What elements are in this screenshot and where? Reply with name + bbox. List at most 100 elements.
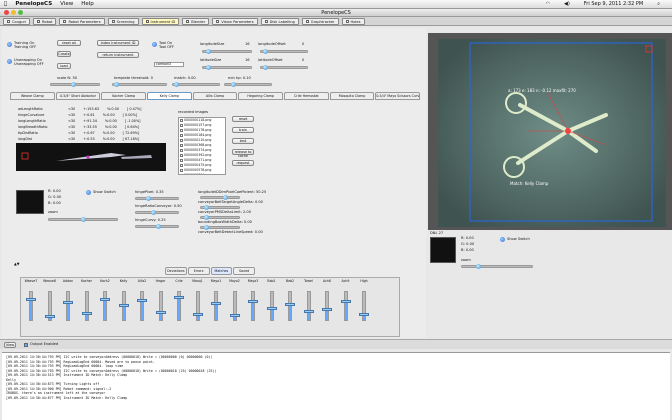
instrument-tab-2[interactable]: Kocher Clamp xyxy=(101,92,147,100)
instrument-tab-7[interactable]: Mosquito Clamp xyxy=(329,92,375,100)
tab-0[interactable]: Couguri xyxy=(3,18,31,25)
show-switch-radio[interactable] xyxy=(86,190,91,195)
tool-radio[interactable] xyxy=(152,42,157,47)
param-slider-0[interactable] xyxy=(135,196,179,201)
channel-fader[interactable] xyxy=(303,310,314,314)
channel-fader[interactable] xyxy=(118,303,129,307)
recorded-button-2[interactable]: test xyxy=(232,138,254,144)
tab-checkbox[interactable] xyxy=(37,20,41,23)
tab-6[interactable]: Vision Parameters xyxy=(212,18,258,25)
instrument-tab-1[interactable]: 0.5/4" Short Abdoctor xyxy=(55,92,101,100)
mode-tab-3[interactable]: Saved xyxy=(233,267,255,275)
channel-fader[interactable] xyxy=(81,311,92,315)
slider-knob[interactable] xyxy=(231,82,236,87)
slider-knob[interactable] xyxy=(156,224,161,229)
file-checkbox[interactable] xyxy=(180,159,183,162)
close-icon[interactable] xyxy=(4,10,9,15)
menu-view[interactable]: View xyxy=(60,1,73,7)
unwrapping-radio[interactable] xyxy=(7,59,12,64)
tab-2[interactable]: Robot Parameters xyxy=(59,18,105,25)
file-checkbox[interactable] xyxy=(180,169,183,172)
channel-fader[interactable] xyxy=(285,302,295,306)
collapse-icon[interactable]: ▲▼ xyxy=(14,262,20,266)
channel-fader[interactable] xyxy=(100,297,110,301)
zoom-slider[interactable] xyxy=(48,217,118,222)
volume-icon[interactable]: ◀) xyxy=(564,1,570,7)
channel-fader[interactable] xyxy=(266,307,277,311)
channel-fader[interactable] xyxy=(211,302,221,305)
tab-1[interactable]: Robot xyxy=(33,18,57,25)
channel-fader[interactable] xyxy=(192,312,203,316)
zoom-icon[interactable] xyxy=(18,10,23,15)
slider-knob[interactable] xyxy=(476,264,481,269)
tab-checkbox[interactable] xyxy=(305,20,309,23)
template-slider[interactable] xyxy=(112,82,167,87)
mode-tab-2[interactable]: Matches xyxy=(210,267,233,275)
min-hp-slider[interactable] xyxy=(224,82,272,87)
channel-fader[interactable] xyxy=(44,314,55,318)
slider-knob[interactable] xyxy=(263,65,268,70)
right-show-switch-radio[interactable] xyxy=(500,237,505,242)
channel-fader[interactable] xyxy=(248,299,258,303)
tab-checkbox[interactable] xyxy=(111,20,115,23)
file-checkbox[interactable] xyxy=(180,149,183,152)
channel-fader[interactable] xyxy=(137,299,147,302)
menu-help[interactable]: Help xyxy=(81,1,94,7)
wifi-icon[interactable]: ◠ xyxy=(546,1,550,7)
tab-3[interactable]: Screening xyxy=(107,18,139,25)
list-item[interactable]: 0000000704.png xyxy=(179,173,225,174)
tab-7[interactable]: Disk Labelling xyxy=(260,18,299,25)
tab-checkbox[interactable] xyxy=(145,20,149,23)
slider-knob[interactable] xyxy=(81,217,86,222)
reset-all-button[interactable]: reset all xyxy=(57,40,81,46)
recorded-button-3[interactable]: release to cache xyxy=(232,149,254,158)
belt-slider-1[interactable] xyxy=(200,205,240,210)
slider-knob[interactable] xyxy=(151,210,156,215)
param-slider-1[interactable] xyxy=(135,210,179,215)
minimize-icon[interactable] xyxy=(11,10,16,15)
right-zoom-slider[interactable] xyxy=(461,264,533,269)
recorded-button-1[interactable]: train xyxy=(232,127,254,133)
console-log[interactable]: [09-09-2011 14:30:44:793 PM] I2C write t… xyxy=(2,352,670,420)
instrument-tab-4[interactable]: Allis Clamp xyxy=(192,92,238,100)
channel-fader[interactable] xyxy=(229,314,240,317)
instrument-tab-6[interactable]: Crile Hemostat xyxy=(284,92,329,100)
file-checkbox[interactable] xyxy=(180,134,183,137)
channel-fader[interactable] xyxy=(340,300,351,304)
output-enabled-checkbox[interactable] xyxy=(24,343,28,347)
training-radio[interactable] xyxy=(7,42,12,47)
index-instrument-button[interactable]: Index Instrument ID xyxy=(97,40,139,46)
load-button[interactable]: load xyxy=(57,63,71,69)
match-slider[interactable] xyxy=(172,82,220,87)
tab-8[interactable]: Graphtracker xyxy=(301,18,339,25)
slider-knob[interactable] xyxy=(263,49,268,54)
belt-slider-2[interactable] xyxy=(200,215,240,220)
file-checkbox[interactable] xyxy=(180,119,183,122)
file-checkbox[interactable] xyxy=(180,129,183,132)
tab-checkbox[interactable] xyxy=(186,20,190,23)
slider-knob[interactable] xyxy=(206,49,211,54)
recorded-button-4[interactable]: request xyxy=(232,160,254,166)
slider-knob[interactable] xyxy=(114,82,119,87)
channel-fader[interactable] xyxy=(155,311,166,314)
channel-fader[interactable] xyxy=(174,296,184,299)
tab-checkbox[interactable] xyxy=(345,20,349,23)
tab-4[interactable]: Instrument ID xyxy=(141,18,180,25)
mode-tab-1[interactable]: Errors xyxy=(187,267,210,275)
camera-dropdown[interactable]: cambot3 xyxy=(154,62,184,67)
tab-9[interactable]: Holes xyxy=(341,18,365,25)
belt-slider-0[interactable] xyxy=(200,195,240,200)
belt-slider-3[interactable] xyxy=(200,225,240,230)
slider-knob[interactable] xyxy=(146,196,151,201)
tab-5[interactable]: Blender xyxy=(182,18,210,25)
channel-fader[interactable] xyxy=(322,308,332,311)
instrument-tab-8[interactable]: 0.5/4" Mayo Scissors Curved xyxy=(375,92,421,100)
file-checkbox[interactable] xyxy=(180,139,183,142)
param-slider-2[interactable] xyxy=(135,224,179,229)
slider-knob[interactable] xyxy=(174,82,179,87)
latitude-offset-slider[interactable] xyxy=(260,65,308,70)
tab-checkbox[interactable] xyxy=(63,20,67,23)
tab-checkbox[interactable] xyxy=(216,20,220,23)
instrument-tab-3[interactable]: Kelly Clamp xyxy=(147,92,192,100)
recorded-button-0[interactable]: reset xyxy=(232,116,254,122)
